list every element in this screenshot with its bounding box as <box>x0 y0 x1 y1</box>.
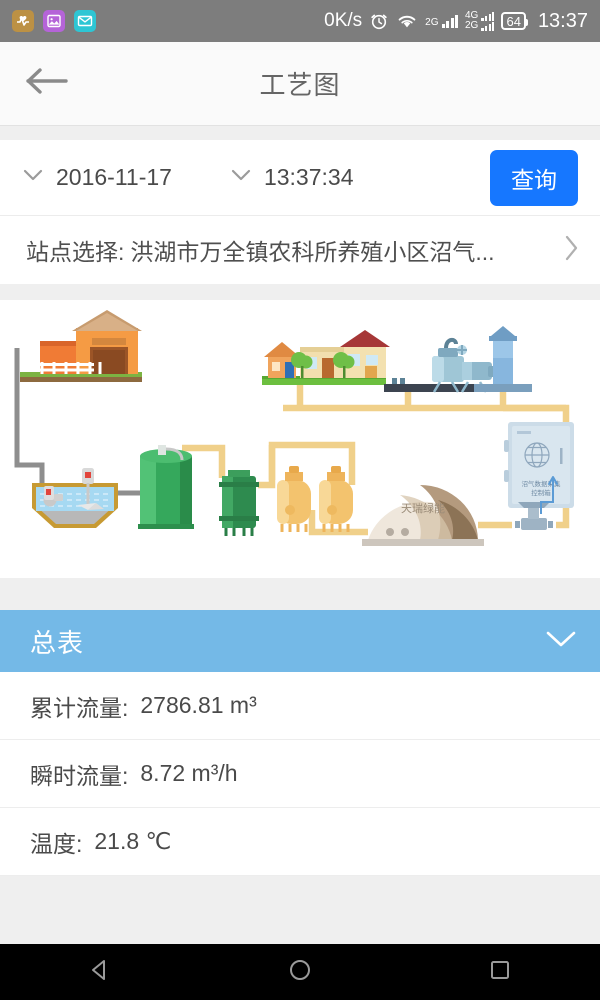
green-storage-tank <box>138 445 194 529</box>
status-bar: 0K/s 2G 4G 2G 64 13:37 <box>0 0 600 42</box>
station-selector-row[interactable]: 站点选择: 洪湖市万全镇农科所养殖小区沼气... <box>0 216 600 284</box>
meter-panel-header[interactable]: 总表 <box>0 610 600 672</box>
row-value: 8.72 m³/h <box>140 760 238 786</box>
data-control-box: 沼气数据采集 控制箱 <box>504 422 574 508</box>
spacer-above-panel <box>0 594 600 610</box>
filter-card: 2016-11-17 13:37:34 查询 站点选择: 洪湖市万全镇农科所养殖… <box>0 140 600 284</box>
table-row: 瞬时流量: 8.72 m³/h <box>0 740 600 808</box>
battery-indicator: 64 <box>501 12 529 30</box>
row-value: 2786.81 m³ <box>140 692 257 718</box>
nav-home-button[interactable] <box>265 944 335 1000</box>
time-picker[interactable]: 13:37:34 <box>230 164 354 191</box>
row-label: 瞬时流量: <box>30 762 129 789</box>
back-button[interactable] <box>22 58 74 110</box>
control-box-label-line2: 控制箱 <box>531 488 551 497</box>
nav-recents-button[interactable] <box>465 944 535 1000</box>
table-row: 累计流量: 2786.81 m³ <box>0 672 600 740</box>
status-bar-app-icons <box>12 10 96 32</box>
nav-recents-icon <box>487 957 513 988</box>
sim1-network-label: 2G <box>425 16 439 28</box>
nav-back-icon <box>87 957 113 988</box>
wifi-icon <box>396 13 418 30</box>
desulfurizer-filter <box>219 470 259 536</box>
row-value: 21.8 ℃ <box>94 828 172 854</box>
chevron-down-icon[interactable] <box>544 628 578 655</box>
nav-back-button[interactable] <box>65 944 135 1000</box>
nav-home-icon <box>287 957 313 988</box>
chevron-down-icon <box>22 168 44 187</box>
diagram-section: 天瑞绿能 沼气数据采集 控制箱 <box>0 284 600 594</box>
meter-data-list: 累计流量: 2786.81 m³ 瞬时流量: 8.72 m³/h 温度: 21.… <box>0 672 600 876</box>
sim2-network-label-bottom: 2G <box>465 20 479 31</box>
date-value: 2016-11-17 <box>56 164 172 190</box>
chevron-right-icon <box>563 233 580 268</box>
android-navigation-bar <box>0 944 600 1000</box>
heartbeat-icon <box>12 10 34 32</box>
chevron-down-icon <box>230 168 252 187</box>
station-value: 洪湖市万全镇农科所养殖小区沼气... <box>130 239 495 265</box>
dome-digester: 天瑞绿能 <box>362 485 484 546</box>
status-bar-clock: 13:37 <box>537 9 588 32</box>
mixing-tank <box>32 468 118 528</box>
query-button[interactable]: 查询 <box>490 149 578 206</box>
photo-icon <box>43 10 65 32</box>
back-arrow-icon <box>25 65 71 102</box>
station-label: 站点选择: <box>26 239 125 265</box>
mail-icon <box>74 10 96 32</box>
title-bar: 工艺图 <box>0 42 600 126</box>
farm-barn-illustration <box>20 310 142 382</box>
biogas-process-flow-diagram[interactable]: 天瑞绿能 沼气数据采集 控制箱 <box>0 300 600 578</box>
row-label: 温度: <box>30 830 83 857</box>
time-value: 13:37:34 <box>263 164 354 190</box>
table-row: 温度: 21.8 ℃ <box>0 808 600 876</box>
date-picker[interactable]: 2016-11-17 <box>22 164 172 191</box>
status-bar-indicators: 0K/s 2G 4G 2G 64 13:37 <box>324 10 588 33</box>
row-label: 累计流量: <box>30 694 129 721</box>
sim1-signal-icon: 2G <box>425 14 458 28</box>
page-title: 工艺图 <box>259 70 341 100</box>
residential-houses <box>262 330 390 385</box>
sim2-signal-icon: 4G 2G <box>465 11 495 31</box>
meter-panel-title: 总表 <box>30 627 85 658</box>
network-speed-text: 0K/s <box>324 10 363 31</box>
dome-label: 天瑞绿能 <box>401 501 445 515</box>
alarm-clock-icon <box>369 11 389 31</box>
battery-level-text: 64 <box>506 13 521 29</box>
filter-row: 2016-11-17 13:37:34 查询 <box>0 140 600 216</box>
spacer-below-titlebar <box>0 126 600 140</box>
exhaust-chimney <box>474 326 532 392</box>
